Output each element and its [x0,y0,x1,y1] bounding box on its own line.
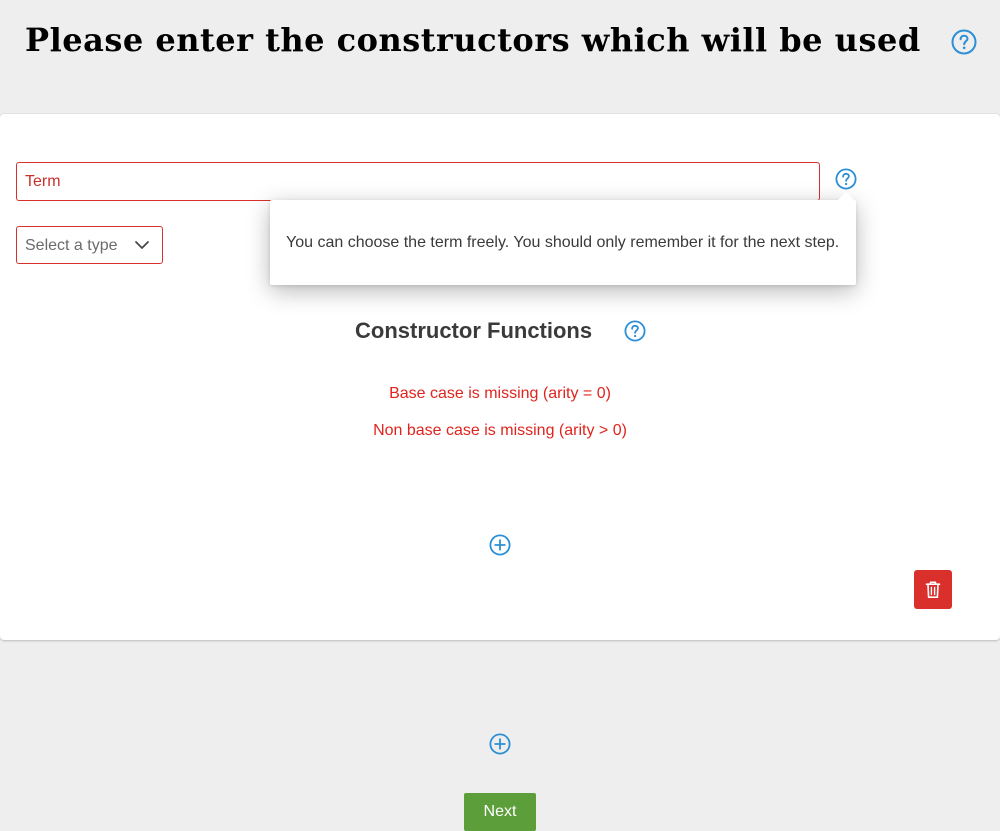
type-select-value: Select a type [25,237,118,254]
page-title: Please enter the constructors which will… [25,21,921,59]
add-constructor-icon[interactable] [489,733,511,755]
trash-icon [914,580,952,599]
non-base-case-error: Non base case is missing (arity > 0) [373,422,627,439]
add-constructor-function-icon[interactable] [489,534,511,556]
base-case-error: Base case is missing (arity = 0) [389,385,611,402]
term-tooltip: You can choose the term freely. You shou… [270,192,856,285]
term-help-icon[interactable] [835,168,857,190]
tooltip-text: You can choose the term freely. You shou… [286,234,840,251]
delete-constructor-button[interactable] [914,570,952,609]
constructor-functions-title: Constructor Functions [355,318,593,343]
next-button[interactable]: Next [464,793,536,831]
constructor-functions-help-icon[interactable] [624,320,646,342]
type-select[interactable]: Select a type [16,226,163,264]
page-help-icon[interactable] [951,29,977,55]
tooltip-arrow [838,192,854,200]
chevron-down-icon [134,238,150,257]
term-input[interactable] [16,162,820,201]
